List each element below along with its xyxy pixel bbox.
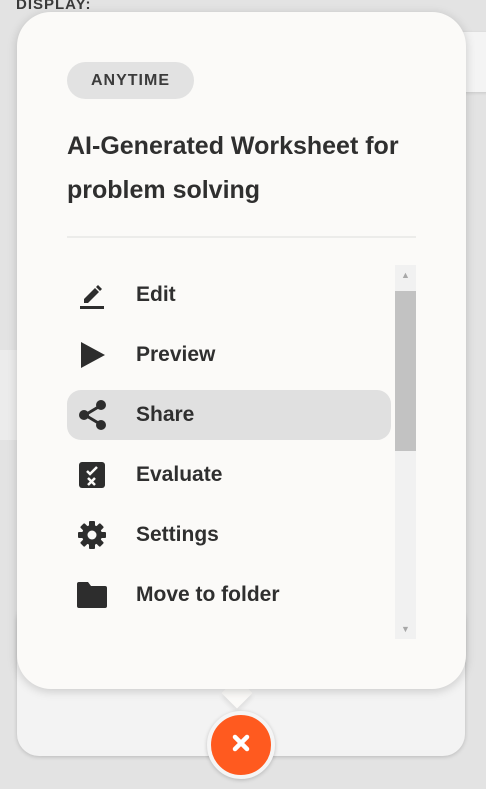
- menu-item-edit[interactable]: Edit: [67, 270, 391, 320]
- menu-item-label: Settings: [136, 523, 219, 546]
- menu-item-label: Preview: [136, 343, 216, 366]
- menu-item-label: Edit: [136, 283, 176, 306]
- menu-item-share[interactable]: Share: [67, 390, 391, 440]
- actions-menu: Edit Preview Share Evaluate Settings Mov…: [67, 270, 391, 630]
- menu-item-label: Move to folder: [136, 583, 280, 606]
- menu-item-label: Share: [136, 403, 195, 426]
- share-icon: [75, 398, 109, 432]
- scroll-thumb[interactable]: [395, 291, 416, 451]
- divider: [67, 236, 416, 238]
- popup-title: AI-Generated Worksheet for problem solvi…: [67, 132, 399, 204]
- play-icon: [75, 338, 109, 372]
- pencil-icon: [75, 278, 109, 312]
- scroll-down-arrow-icon[interactable]: ▼: [395, 619, 416, 639]
- background-left-strip: [0, 350, 18, 440]
- evaluate-icon: [75, 458, 109, 492]
- anytime-badge: ANYTIME: [67, 62, 194, 99]
- menu-item-label: Evaluate: [136, 463, 223, 486]
- menu-item-move-to-folder[interactable]: Move to folder: [67, 570, 391, 620]
- menu-item-evaluate[interactable]: Evaluate: [67, 450, 391, 500]
- menu-scrollbar[interactable]: ▲ ▼: [395, 265, 416, 639]
- close-button[interactable]: [207, 711, 275, 779]
- gear-icon: [75, 518, 109, 552]
- actions-popup: ANYTIME AI-Generated Worksheet for probl…: [17, 12, 466, 689]
- close-icon: [230, 732, 252, 759]
- folder-icon: [75, 578, 109, 612]
- scroll-up-arrow-icon[interactable]: ▲: [395, 265, 416, 285]
- menu-item-preview[interactable]: Preview: [67, 330, 391, 380]
- menu-item-settings[interactable]: Settings: [67, 510, 391, 560]
